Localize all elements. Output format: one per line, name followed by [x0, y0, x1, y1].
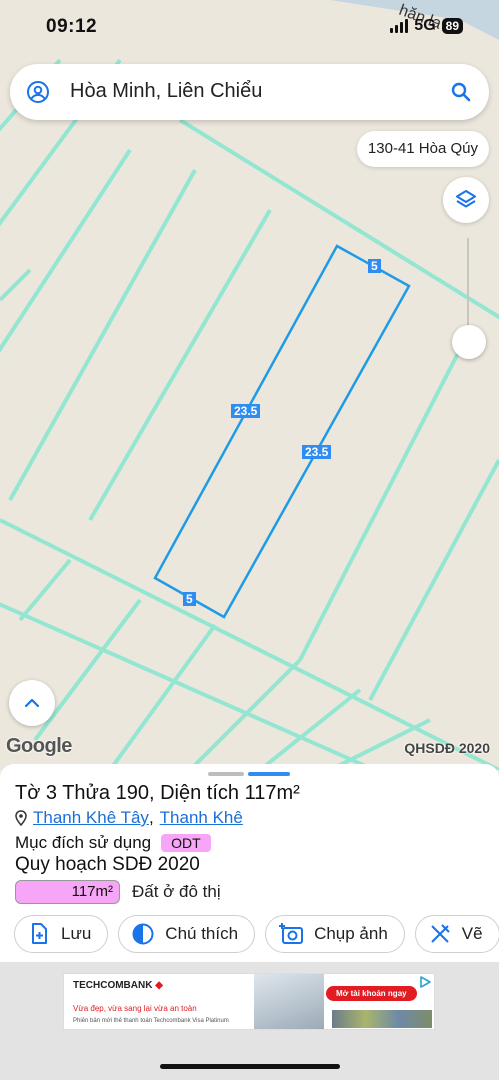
layers-button[interactable] [443, 177, 489, 223]
ad-image-strip [332, 1010, 432, 1028]
battery-icon: 89 [441, 18, 463, 34]
ad-fine-print: Phiên bản mới thẻ thanh toán Techcombank… [73, 1018, 229, 1024]
sheet-handle[interactable] [208, 772, 290, 776]
ad-tagline: Vừa đẹp, vừa sang lại vừa an toàn [73, 1004, 197, 1013]
plan-area-bar: 117m² [15, 880, 120, 904]
status-time: 09:12 [46, 16, 98, 37]
ad-cta-button[interactable]: Mở tài khoản ngay [326, 986, 417, 1001]
usage-purpose-row: Mục đích sử dụng ODT [15, 833, 211, 853]
plan-area-description: Đất ở đô thị [132, 882, 221, 901]
camera-icon [279, 923, 304, 944]
ad-banner[interactable]: TECHCOMBANK ◆ Vừa đẹp, vừa sang lại vừa … [63, 973, 435, 1030]
purpose-code-badge: ODT [161, 834, 211, 852]
save-button[interactable]: Lưu [14, 915, 109, 953]
add-file-icon [32, 923, 47, 944]
action-bar: Lưu Chú thích Chụp ảnh Vẽ [14, 915, 499, 953]
draw-button-label: Vẽ [461, 924, 483, 943]
search-bar[interactable]: Hòa Minh, Liên Chiểu [10, 64, 489, 120]
parcel-location: Thanh Khê Tây, Thanh Khê [15, 808, 243, 828]
draw-button[interactable]: Vẽ [414, 915, 499, 953]
network-type: 5G [414, 17, 436, 34]
expand-up-button[interactable] [9, 680, 55, 726]
edge-length-label: 23.5 [231, 404, 261, 418]
plan-area-row: 117m² Đất ở đô thị [15, 880, 221, 904]
ad-photo [254, 974, 324, 1029]
location-pin-icon [15, 810, 27, 826]
edge-length-label: 5 [368, 259, 381, 273]
zoom-slider-knob[interactable] [452, 325, 486, 359]
google-logo: Google [6, 735, 72, 757]
legend-button-label: Chú thích [165, 924, 239, 943]
purpose-label: Mục đích sử dụng [15, 833, 152, 852]
signal-icon [390, 19, 409, 33]
search-query[interactable]: Hòa Minh, Liên Chiểu [70, 80, 262, 103]
parcel-title: Tờ 3 Thửa 190, Diện tích 117m² [15, 782, 300, 804]
address-pill[interactable]: 130-41 Hòa Qúy [356, 131, 489, 167]
ad-brand: TECHCOMBANK ◆ [73, 980, 163, 991]
plan-title: Quy hoạch SDĐ 2020 [15, 854, 200, 875]
parcel-info-sheet: Tờ 3 Thửa 190, Diện tích 117m² Thanh Khê… [0, 764, 499, 964]
layers-icon [456, 190, 476, 208]
map-source-label: QHSDĐ 2020 [404, 740, 490, 756]
legend-button[interactable]: Chú thích [118, 915, 256, 953]
ward-link[interactable]: Thanh Khê Tây [33, 808, 149, 828]
search-icon[interactable] [449, 80, 473, 104]
separator: , [148, 808, 154, 827]
save-button-label: Lưu [61, 924, 92, 943]
edge-length-label: 23.5 [302, 445, 332, 459]
ad-choices-icon[interactable] [418, 975, 432, 989]
capture-button[interactable]: Chụp ảnh [265, 915, 405, 953]
contrast-icon [132, 923, 154, 945]
home-indicator[interactable] [160, 1064, 340, 1069]
capture-button-label: Chụp ảnh [314, 924, 388, 943]
district-link[interactable]: Thanh Khê [160, 808, 243, 828]
status-bar: 09:12 5G 89 [0, 0, 499, 56]
account-icon[interactable] [26, 80, 50, 104]
chevron-up-icon [24, 698, 40, 708]
edge-length-label: 5 [183, 592, 196, 606]
ruler-icon [431, 924, 450, 943]
